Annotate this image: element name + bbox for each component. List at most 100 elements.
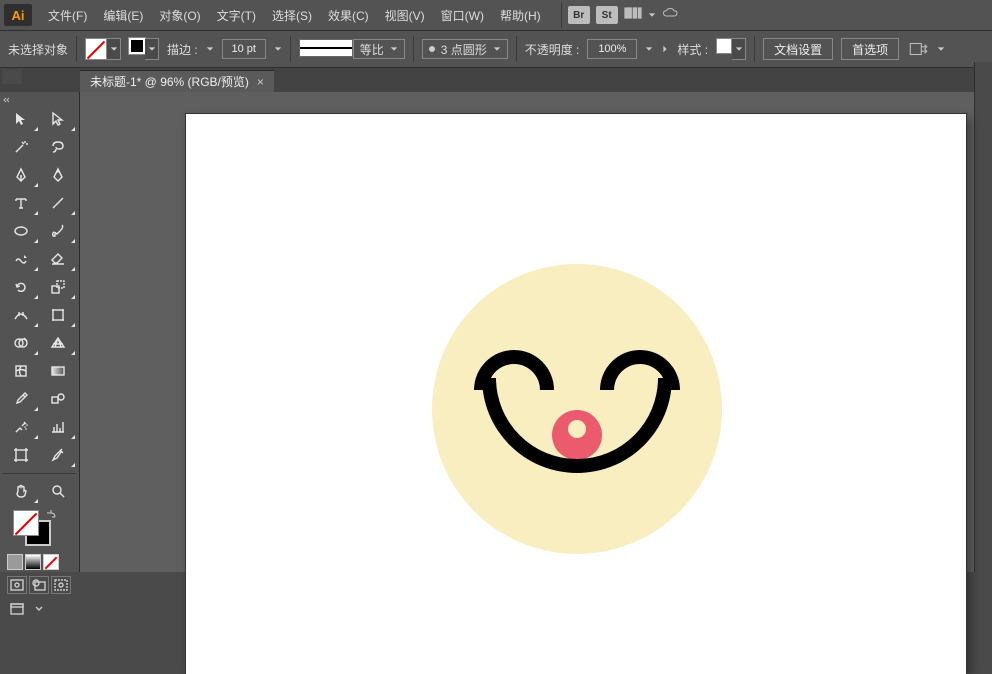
magic-wand-tool[interactable]: [3, 134, 39, 160]
artwork-face[interactable]: [432, 264, 722, 554]
menubar: Ai 文件(F) 编辑(E) 对象(O) 文字(T) 选择(S) 效果(C) 视…: [0, 0, 992, 30]
bridge-button[interactable]: Br: [568, 6, 590, 24]
align-to-icon[interactable]: [907, 38, 929, 60]
pen-tool[interactable]: [3, 162, 39, 188]
shape-builder-tool[interactable]: [3, 330, 39, 356]
fill-color-box[interactable]: [13, 510, 39, 536]
artboard[interactable]: [186, 114, 966, 674]
draw-mode-row: [3, 576, 76, 598]
screen-mode-icon[interactable]: [7, 600, 27, 618]
selection-tool[interactable]: [3, 106, 39, 132]
opacity-more-icon[interactable]: [661, 45, 669, 53]
dot-icon: [429, 46, 435, 52]
paintbrush-tool[interactable]: [41, 218, 77, 244]
workspace-dropdown-icon[interactable]: [648, 11, 656, 19]
shaper-tool[interactable]: [3, 246, 39, 272]
draw-behind-icon[interactable]: [29, 576, 49, 594]
menu-help[interactable]: 帮助(H): [492, 0, 549, 30]
brush-definition-field[interactable]: 3 点圆形: [422, 39, 508, 59]
chevron-down-icon: [390, 45, 398, 53]
menu-type[interactable]: 文字(T): [209, 0, 264, 30]
controlbar: 未选择对象 描边 : 10 pt 等比 3 点圆形 不透明度 : 100% 样式…: [0, 30, 992, 68]
divider: [413, 36, 414, 62]
draw-inside-icon[interactable]: [51, 576, 71, 594]
swap-fill-stroke-icon[interactable]: [45, 508, 57, 526]
right-panel-strip[interactable]: [974, 62, 992, 572]
fill-swatch-dropdown[interactable]: [107, 38, 121, 60]
zoom-tool[interactable]: [41, 478, 77, 504]
eraser-tool[interactable]: [41, 246, 77, 272]
menu-view[interactable]: 视图(V): [377, 0, 433, 30]
preferences-button[interactable]: 首选项: [841, 38, 899, 60]
graphic-style-swatch[interactable]: [716, 38, 732, 54]
workspace-switcher-icon[interactable]: [624, 7, 642, 23]
align-dropdown-icon[interactable]: [937, 45, 945, 53]
stroke-weight-dropdown[interactable]: [274, 45, 282, 53]
type-tool[interactable]: [3, 190, 39, 216]
stroke-swatch-dropdown[interactable]: [145, 38, 159, 60]
stroke-weight-decrease[interactable]: [206, 45, 214, 53]
menu-edit[interactable]: 编辑(E): [95, 0, 151, 30]
brush-label: 3 点圆形: [441, 41, 487, 58]
menu-file[interactable]: 文件(F): [40, 0, 95, 30]
opacity-field[interactable]: 100%: [587, 39, 637, 59]
width-tool[interactable]: [3, 302, 39, 328]
rotate-tool[interactable]: [3, 274, 39, 300]
ellipse-tool[interactable]: [3, 218, 39, 244]
stroke-label: 描边 :: [167, 41, 198, 58]
color-mode-solid[interactable]: [7, 554, 23, 570]
perspective-grid-tool[interactable]: [41, 330, 77, 356]
document-setup-button[interactable]: 文档设置: [763, 38, 833, 60]
profile-label-field[interactable]: 等比: [353, 39, 405, 59]
selection-status: 未选择对象: [8, 41, 68, 58]
variable-width-profile[interactable]: [299, 39, 353, 57]
document-tab[interactable]: 未标题-1* @ 96% (RGB/预览) ×: [80, 70, 274, 92]
draw-normal-icon[interactable]: [7, 576, 27, 594]
artboard-tool[interactable]: [3, 442, 39, 468]
eyedropper-tool[interactable]: [3, 386, 39, 412]
menu-select[interactable]: 选择(S): [264, 0, 320, 30]
fill-stroke-control[interactable]: [3, 506, 76, 552]
divider: [754, 36, 755, 62]
stroke-weight-field[interactable]: 10 pt: [222, 39, 266, 59]
tool-divider: [3, 470, 76, 476]
gradient-tool[interactable]: [41, 358, 77, 384]
screen-mode-dropdown-icon[interactable]: [29, 600, 49, 618]
tools-panel-grip-icon[interactable]: [3, 96, 76, 104]
line-segment-tool[interactable]: [41, 190, 77, 216]
lasso-tool[interactable]: [41, 134, 77, 160]
panel-collapse-icon[interactable]: [2, 70, 22, 84]
fill-swatch[interactable]: [85, 38, 107, 60]
artwork-mouth[interactable]: [482, 378, 672, 473]
style-swatch-group: [716, 38, 746, 60]
free-transform-tool[interactable]: [41, 302, 77, 328]
tools-panel: [0, 92, 80, 572]
opacity-label: 不透明度 :: [525, 41, 580, 58]
divider: [516, 36, 517, 62]
menu-effect[interactable]: 效果(C): [320, 0, 377, 30]
divider: [76, 36, 77, 62]
opacity-dropdown[interactable]: [645, 45, 653, 53]
direct-selection-tool[interactable]: [41, 106, 77, 132]
symbol-sprayer-tool[interactable]: [3, 414, 39, 440]
chevron-down-icon: [493, 45, 501, 53]
profile-group: 等比: [299, 39, 405, 59]
menu-object[interactable]: 对象(O): [151, 0, 208, 30]
scale-tool[interactable]: [41, 274, 77, 300]
curvature-tool[interactable]: [41, 162, 77, 188]
color-mode-gradient[interactable]: [25, 554, 41, 570]
hand-tool[interactable]: [3, 478, 39, 504]
menu-window[interactable]: 窗口(W): [433, 0, 492, 30]
close-tab-icon[interactable]: ×: [257, 75, 264, 89]
stroke-swatch-group: [129, 38, 159, 60]
canvas-area[interactable]: [80, 92, 974, 572]
slice-tool[interactable]: [41, 442, 77, 468]
stock-button[interactable]: St: [596, 6, 618, 24]
graphic-style-dropdown[interactable]: [732, 38, 746, 60]
column-graph-tool[interactable]: [41, 414, 77, 440]
blend-tool[interactable]: [41, 386, 77, 412]
color-mode-none[interactable]: [43, 554, 59, 570]
stroke-swatch[interactable]: [129, 38, 145, 54]
sync-settings-icon[interactable]: [662, 7, 680, 23]
mesh-tool[interactable]: [3, 358, 39, 384]
